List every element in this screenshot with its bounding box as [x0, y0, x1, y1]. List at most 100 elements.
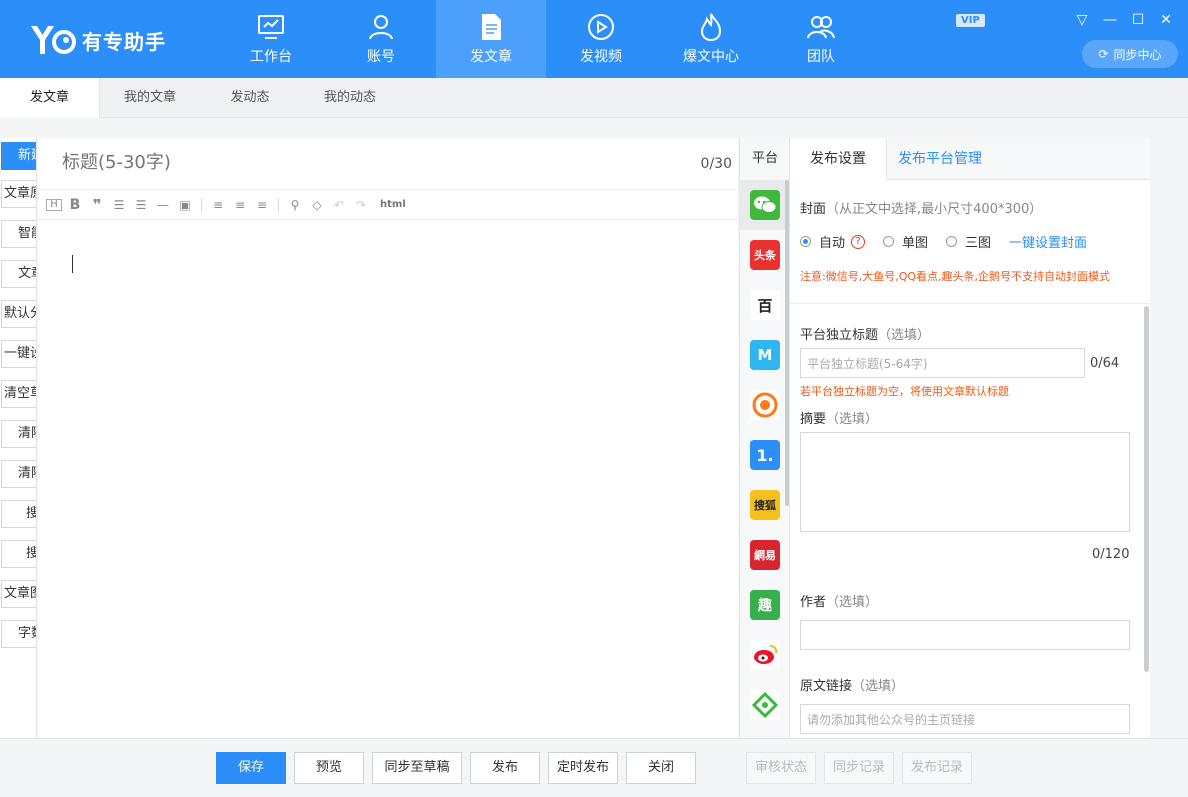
sync-center-button[interactable]: ⟳ 同步中心: [1082, 40, 1178, 68]
left-tool-button[interactable]: 字数: [1, 620, 36, 648]
toutiao-icon[interactable]: 头条: [750, 240, 780, 270]
dropdown-icon[interactable]: ▽: [1072, 10, 1092, 30]
ordered-list-icon[interactable]: ☰: [110, 196, 128, 214]
maximize-icon[interactable]: ☐: [1128, 10, 1148, 30]
horizontal-rule-icon[interactable]: —: [154, 196, 172, 214]
radio-single[interactable]: 单图: [883, 232, 928, 251]
title-input[interactable]: [62, 152, 562, 173]
left-tool-button[interactable]: 清除: [1, 460, 36, 488]
iqiyi-icon[interactable]: [750, 690, 780, 720]
tab-my-status[interactable]: 我的动态: [300, 78, 400, 118]
fire-icon: [696, 12, 726, 42]
cover-hint: （从正文中选择,最小尺寸400*300）: [826, 202, 1043, 217]
dayu-icon[interactable]: M: [750, 340, 780, 370]
one-click-cover-link[interactable]: 一键设置封面: [1009, 232, 1087, 251]
redo-icon[interactable]: ↷: [352, 196, 370, 214]
tab-my-articles[interactable]: 我的文章: [100, 78, 200, 118]
section-divider: [790, 303, 1151, 304]
save-button[interactable]: 保存: [216, 752, 286, 784]
tab-post-status[interactable]: 发动态: [200, 78, 300, 118]
tab-post-article[interactable]: 发文章: [0, 78, 100, 118]
bottom-action-bar: 保存 预览 同步至草稿 发布 定时发布 关闭 审核状态 同步记录 发布记录: [0, 738, 1188, 797]
radio-auto-label: 自动: [819, 236, 846, 251]
nav-account[interactable]: 账号: [326, 0, 436, 78]
netease-icon[interactable]: 網易: [750, 540, 780, 570]
left-tool-button[interactable]: 清空草: [1, 380, 36, 408]
sync-record-button[interactable]: 同步记录: [824, 752, 894, 784]
main-nav: 工作台 账号 发文章 发视频 爆文中心 团队: [216, 0, 876, 78]
left-tool-button[interactable]: 搜: [1, 500, 36, 528]
platform-column: 平台 头条 百 M 1. 搜狐 網易 趣: [739, 138, 790, 738]
wechat-icon[interactable]: [750, 190, 780, 220]
review-status-button[interactable]: 审核状态: [746, 752, 816, 784]
qutoutiao-icon[interactable]: 趣: [750, 590, 780, 620]
left-tool-button[interactable]: 清除: [1, 420, 36, 448]
team-icon: [806, 12, 836, 42]
align-right-icon[interactable]: ≡: [253, 196, 271, 214]
vip-badge[interactable]: VIP: [956, 14, 985, 27]
independent-title-input[interactable]: 平台独立标题(5-64字): [800, 348, 1085, 378]
settings-scrollbar[interactable]: [1144, 306, 1149, 672]
left-tool-button[interactable]: 搜: [1, 540, 36, 568]
heading-icon[interactable]: H: [46, 198, 62, 211]
baijiahao-icon[interactable]: 百: [750, 290, 780, 320]
source-link-label: 原文链接（选填）: [800, 675, 904, 694]
radio-three[interactable]: 三图: [946, 232, 991, 251]
minimize-icon[interactable]: —: [1100, 10, 1120, 30]
align-left-icon[interactable]: ≡: [209, 196, 227, 214]
toolbar-divider: [201, 197, 202, 212]
image-icon[interactable]: ▣: [176, 196, 194, 214]
yidian-icon[interactable]: 1.: [750, 440, 780, 470]
sohu-icon[interactable]: 搜狐: [750, 490, 780, 520]
left-tool-button[interactable]: 一键设: [1, 340, 36, 368]
bold-icon[interactable]: B: [66, 196, 84, 214]
logo-icon: [28, 22, 76, 58]
tab-platform-management[interactable]: 发布平台管理: [898, 138, 982, 180]
left-tool-button[interactable]: 文章图: [1, 580, 36, 608]
eraser-icon[interactable]: ◇: [308, 196, 326, 214]
play-icon: [586, 12, 616, 42]
tab-publish-settings[interactable]: 发布设置: [790, 138, 887, 181]
find-icon[interactable]: ⚲: [286, 196, 304, 214]
nav-post-video[interactable]: 发视频: [546, 0, 656, 78]
app-header: 有专助手 工作台 账号 发文章 发视频 爆文中心 团队 VIP ▽ — ☐ ✕ …: [0, 0, 1188, 78]
user-icon: [366, 12, 396, 42]
cover-label: 封面（从正文中选择,最小尺寸400*300）: [800, 198, 1042, 217]
editor-body[interactable]: [38, 221, 738, 738]
summary-textarea[interactable]: [800, 432, 1130, 532]
app-name: 有专助手: [82, 29, 166, 54]
publish-button[interactable]: 发布: [470, 752, 540, 784]
align-center-icon[interactable]: ≡: [231, 196, 249, 214]
unordered-list-icon[interactable]: ☰: [132, 196, 150, 214]
nav-hot-articles[interactable]: 爆文中心: [656, 0, 766, 78]
weibo-icon[interactable]: [750, 640, 780, 670]
preview-button[interactable]: 预览: [294, 752, 364, 784]
nav-workbench[interactable]: 工作台: [216, 0, 326, 78]
publish-record-button[interactable]: 发布记录: [902, 752, 972, 784]
nav-post-article[interactable]: 发文章: [436, 0, 546, 78]
author-input[interactable]: [800, 620, 1130, 650]
html-source-button[interactable]: html: [380, 199, 406, 210]
undo-icon[interactable]: ↶: [330, 196, 348, 214]
nav-label: 团队: [807, 49, 835, 65]
quote-icon[interactable]: ❞: [88, 196, 106, 214]
title-row: 0/30: [38, 138, 738, 190]
qq-kandian-icon[interactable]: [750, 390, 780, 420]
left-tool-button[interactable]: 文章原: [1, 180, 36, 208]
radio-auto[interactable]: 自动 ?: [800, 232, 866, 251]
platform-header: 平台: [751, 151, 778, 166]
left-tool-button[interactable]: 智能: [1, 220, 36, 248]
help-icon[interactable]: ?: [851, 234, 866, 249]
scheduled-publish-button[interactable]: 定时发布: [548, 752, 618, 784]
left-tool-button[interactable]: 文章: [1, 260, 36, 288]
document-icon: [476, 12, 506, 42]
new-button[interactable]: 新建: [1, 142, 36, 170]
independent-title-count: 0/64: [1090, 356, 1120, 371]
close-icon[interactable]: ✕: [1156, 10, 1176, 30]
sync-draft-button[interactable]: 同步至草稿: [372, 752, 462, 784]
cover-mode-radios: 自动 ? 单图 三图 一键设置封面: [800, 232, 1087, 251]
source-link-input[interactable]: 请勿添加其他公众号的主页链接: [800, 704, 1130, 734]
left-tool-button[interactable]: 默认分: [1, 300, 36, 328]
close-button[interactable]: 关闭: [626, 752, 696, 784]
nav-team[interactable]: 团队: [766, 0, 876, 78]
